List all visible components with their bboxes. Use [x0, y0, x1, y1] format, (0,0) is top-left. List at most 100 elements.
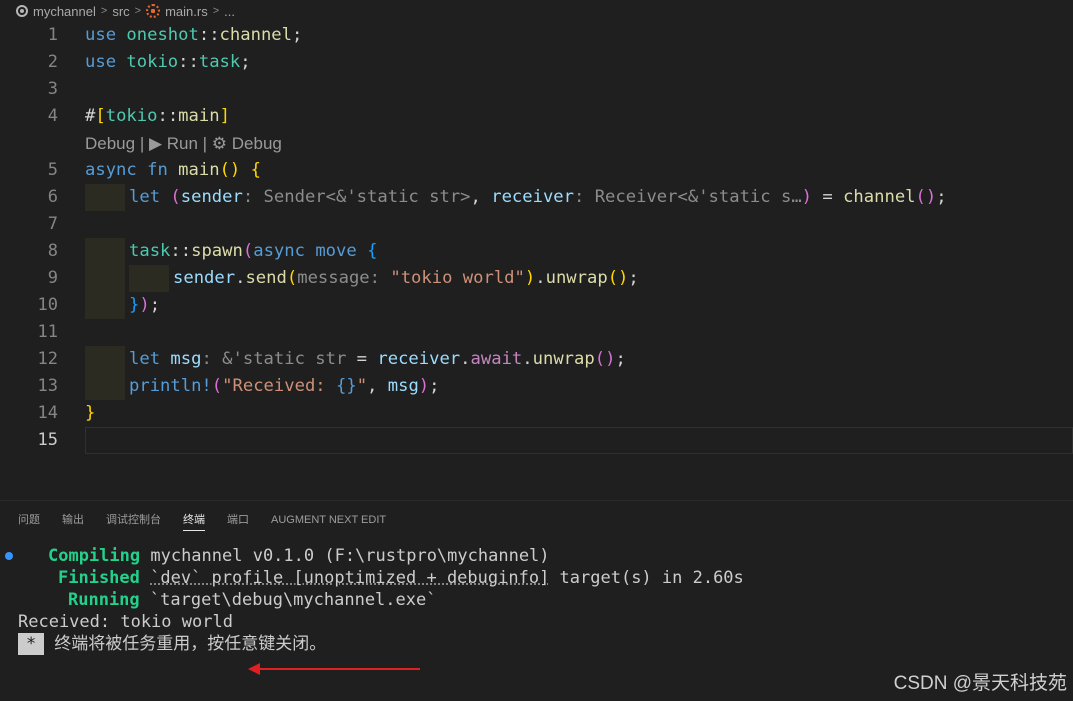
code-token: ;: [429, 376, 440, 396]
code-line[interactable]: 5 async fn main() {: [0, 157, 1073, 184]
code-token: use: [85, 52, 117, 72]
code-line[interactable]: 2 use tokio::task;: [0, 49, 1073, 76]
line-number[interactable]: 7: [0, 211, 58, 238]
code-token: ): [524, 268, 536, 288]
compiling-text: mychannel v0.1.0 (F:\rustpro\mychannel): [140, 546, 550, 566]
code-editor[interactable]: 1 use oneshot::channel; 2 use tokio::task; 3…: [0, 22, 1073, 500]
code-line[interactable]: 12 let msg: &'static str = receiver.await…: [0, 346, 1073, 373]
finished-label: Finished: [58, 568, 140, 588]
arrow-head: [248, 663, 260, 675]
code-line[interactable]: 7: [0, 211, 1073, 238]
code-line[interactable]: 11: [0, 319, 1073, 346]
inlay-type-hint: : Receiver<&'static s…: [574, 187, 802, 207]
breadcrumb-item-src[interactable]: src: [112, 4, 129, 19]
code-token: (: [242, 241, 254, 261]
code-token: main: [178, 106, 220, 126]
running-label: Running: [68, 590, 140, 610]
code-line[interactable]: 14}: [0, 400, 1073, 427]
code-token: receiver: [377, 349, 461, 369]
line-number[interactable]: 4: [0, 103, 58, 130]
code-token: ,: [367, 376, 388, 396]
indent-guide: [85, 346, 125, 373]
terminal-line-running: Running `target\debug\mychannel.exe`: [68, 589, 436, 611]
tab-ports[interactable]: 端口: [227, 511, 249, 531]
code-token: (): [915, 187, 937, 207]
code-token: unwrap: [532, 349, 595, 369]
code-line[interactable]: 1 use oneshot::channel;: [0, 22, 1073, 49]
bottom-panel: 问题 输出 调试控制台 终端 端口 AUGMENT NEXT EDIT Comp…: [0, 500, 1073, 701]
code-line[interactable]: 3: [0, 76, 1073, 103]
code-line[interactable]: 8 task::spawn(async move {: [0, 238, 1073, 265]
code-token: (): [594, 349, 616, 369]
line-number[interactable]: 15: [0, 427, 58, 454]
line-number[interactable]: 1: [0, 22, 58, 49]
breadcrumb-item-more[interactable]: ...: [224, 4, 235, 19]
tab-terminal[interactable]: 终端: [183, 511, 205, 531]
chevron-right-icon: >: [134, 5, 142, 17]
star-badge: *: [18, 633, 45, 655]
command-status-dot-icon[interactable]: [5, 552, 13, 560]
code-line[interactable]: 10});: [0, 292, 1073, 319]
arrow-line: [256, 668, 420, 670]
line-number[interactable]: 8: [0, 238, 58, 265]
code-token: msg: [170, 349, 202, 369]
line-number[interactable]: 10: [0, 292, 58, 319]
code-token: spawn: [191, 241, 243, 261]
line-number[interactable]: 14: [0, 400, 58, 427]
code-token: ]: [219, 106, 230, 126]
code-token: unwrap: [545, 268, 608, 288]
watermark: CSDN @景天科技苑: [893, 673, 1067, 694]
chevron-right-icon: >: [212, 5, 220, 17]
breadcrumb: mychannel > src > main.rs > ...: [0, 0, 1073, 22]
tab-augment-next-edit[interactable]: AUGMENT NEXT EDIT: [271, 511, 386, 531]
line-number[interactable]: 9: [0, 265, 58, 292]
code-token: =: [346, 349, 378, 369]
code-token: ;: [615, 349, 626, 369]
code-token: println!: [129, 376, 212, 396]
code-token: ,: [470, 187, 492, 207]
indent-guide: [85, 265, 125, 292]
terminal-line-output: Received: tokio world: [18, 612, 233, 632]
code-token: msg: [387, 376, 419, 396]
code-token: ): [801, 187, 813, 207]
breadcrumb-item-project[interactable]: mychannel: [16, 4, 96, 19]
code-line[interactable]: 9 sender.send(message: "tokio world").unw…: [0, 265, 1073, 292]
codelens-run-debug[interactable]: Debug | ▶ Run | ⚙ Debug: [85, 130, 282, 157]
inlay-type-hint: : &'static str: [201, 349, 347, 369]
code-line[interactable]: 6 let (sender: Sender<&'static str>, rece…: [0, 184, 1073, 211]
indent-guide: [129, 265, 169, 292]
code-token: (): [607, 268, 629, 288]
line-number[interactable]: 3: [0, 76, 58, 103]
line-number[interactable]: 12: [0, 346, 58, 373]
line-number[interactable]: 2: [0, 49, 58, 76]
code-token: "tokio world": [390, 268, 525, 288]
line-number[interactable]: 11: [0, 319, 58, 346]
breadcrumb-item-file[interactable]: main.rs: [146, 4, 208, 19]
indent-guide: [85, 373, 125, 400]
code-token: .: [535, 268, 546, 288]
line-number[interactable]: 13: [0, 373, 58, 400]
code-line[interactable]: 15: [0, 427, 1073, 454]
code-token: (: [170, 187, 181, 207]
code-token: {}: [335, 376, 357, 396]
code-token: (: [286, 268, 298, 288]
code-token: (): [219, 160, 241, 180]
code-line[interactable]: 4 #[tokio::main]: [0, 103, 1073, 130]
code-text: });: [129, 292, 160, 319]
code-line[interactable]: 13 println!("Received: {}", msg);: [0, 373, 1073, 400]
close-message: 终端将被任务重用，按任意键关闭。: [54, 634, 327, 654]
code-token: ::: [170, 241, 192, 261]
code-token: tokio: [126, 52, 179, 72]
line-number[interactable]: 5: [0, 157, 58, 184]
tab-debug-console[interactable]: 调试控制台: [106, 511, 161, 531]
code-text: }: [85, 400, 95, 427]
line-number[interactable]: 6: [0, 184, 58, 211]
tab-problems[interactable]: 问题: [18, 511, 40, 531]
tab-output[interactable]: 输出: [62, 511, 84, 531]
